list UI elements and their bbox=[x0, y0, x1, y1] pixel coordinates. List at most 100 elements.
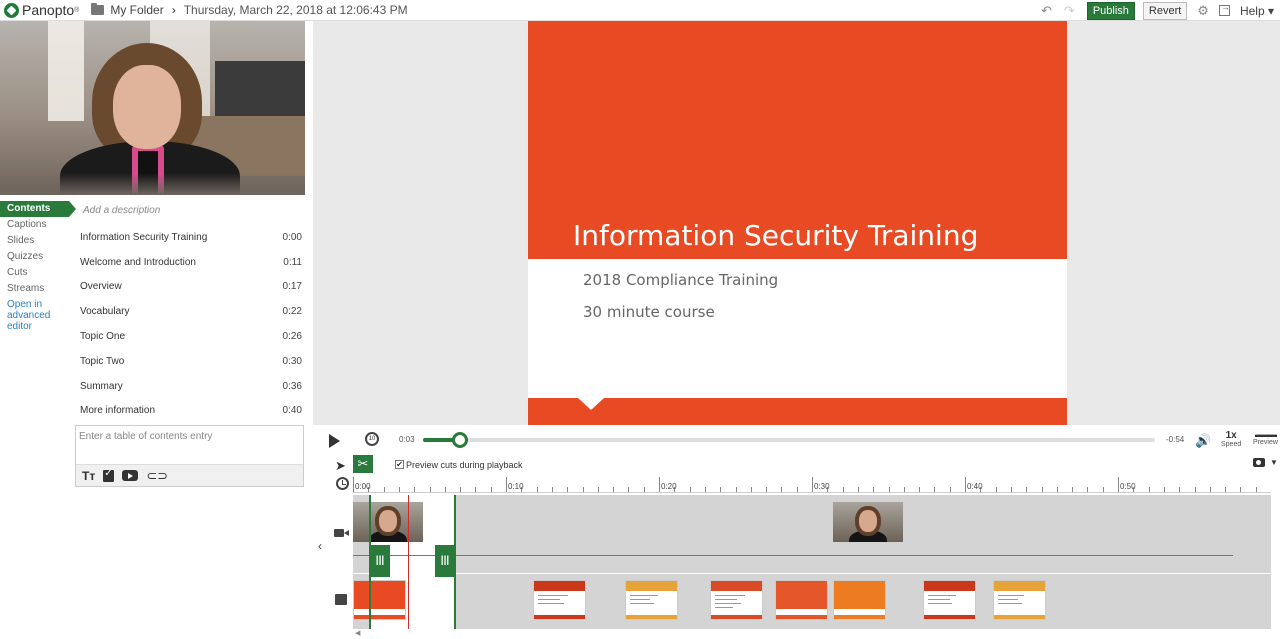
nav-cuts[interactable]: Cuts bbox=[0, 265, 75, 281]
undo-icon[interactable]: ↶ bbox=[1041, 3, 1052, 19]
ruler-minor-tick bbox=[490, 487, 492, 492]
ruler-label: 0:10 bbox=[508, 482, 524, 491]
toc-entry[interactable]: Overview 0:17 bbox=[80, 275, 302, 300]
ruler-minor-tick bbox=[704, 487, 706, 492]
slide-thumbnail[interactable] bbox=[775, 580, 828, 620]
gear-icon[interactable]: ⚙ bbox=[1197, 3, 1209, 19]
toc-entry[interactable]: Topic One 0:26 bbox=[80, 324, 302, 349]
ruler-minor-tick bbox=[1194, 487, 1196, 492]
seek-bar[interactable] bbox=[423, 432, 1155, 448]
toc-entry[interactable]: Summary 0:36 bbox=[80, 374, 302, 399]
preview-layout-control[interactable]: ▬▬▬ Preview bbox=[1253, 430, 1278, 446]
ruler-label: 0:50 bbox=[1120, 482, 1136, 491]
clock-icon bbox=[336, 477, 349, 490]
toc-entry[interactable]: Topic Two 0:30 bbox=[80, 349, 302, 374]
webcam-video[interactable] bbox=[0, 21, 305, 195]
ruler-minor-tick bbox=[536, 487, 538, 492]
slide-thumbnail[interactable] bbox=[625, 580, 678, 620]
nav-quizzes[interactable]: Quizzes bbox=[0, 249, 75, 265]
ruler-minor-tick bbox=[628, 487, 630, 492]
table-of-contents: Information Security Training 0:00 Welcom… bbox=[80, 225, 302, 423]
youtube-icon[interactable] bbox=[122, 470, 139, 481]
collapse-left-icon[interactable]: ‹ bbox=[318, 539, 322, 553]
volume-icon[interactable]: 🔊 bbox=[1195, 433, 1211, 449]
ruler-minor-tick bbox=[781, 487, 783, 492]
nav-contents[interactable]: Contents bbox=[0, 201, 76, 217]
quiz-icon[interactable] bbox=[103, 468, 115, 482]
slide-thumbnail[interactable] bbox=[353, 580, 406, 620]
toc-entry-input[interactable]: Enter a table of contents entry Tт ⊂⊃ bbox=[75, 425, 304, 487]
help-menu[interactable]: Help ▾ bbox=[1240, 4, 1274, 18]
cut-end-handle[interactable]: ||| bbox=[435, 545, 455, 577]
ruler-minor-tick bbox=[551, 487, 553, 492]
select-tool-icon[interactable]: ➤ bbox=[335, 458, 346, 474]
ruler-minor-tick bbox=[1010, 487, 1012, 492]
camera-icon[interactable] bbox=[1253, 458, 1265, 467]
ruler-minor-tick bbox=[475, 487, 477, 492]
preview-cuts-checkbox[interactable]: ✔ bbox=[395, 460, 404, 469]
session-title: Thursday, March 22, 2018 at 12:06:43 PM bbox=[183, 3, 408, 17]
ruler-major-tick bbox=[965, 477, 966, 492]
time-ruler[interactable]: 0:00 0:10 0:20 0:30 0:40 0:50 bbox=[353, 475, 1271, 493]
timeline-scrollbar[interactable]: ◀ bbox=[353, 629, 1271, 639]
cut-start-handle[interactable]: ||| bbox=[370, 545, 390, 577]
play-icon[interactable] bbox=[329, 434, 340, 448]
preview-cuts-label: Preview cuts during playback bbox=[406, 460, 523, 470]
ruler-minor-tick bbox=[1148, 487, 1150, 492]
rewind-10-icon[interactable]: 10 bbox=[365, 432, 379, 446]
scissors-icon[interactable]: ✂ bbox=[353, 455, 373, 473]
seek-handle[interactable] bbox=[451, 432, 468, 448]
panopto-logo-icon bbox=[4, 2, 19, 18]
nav-captions[interactable]: Captions bbox=[0, 217, 75, 233]
exit-icon[interactable] bbox=[1218, 2, 1230, 16]
redo-icon[interactable]: ↷ bbox=[1064, 3, 1075, 19]
slide-thumbnail[interactable] bbox=[533, 580, 586, 620]
nav-streams[interactable]: Streams bbox=[0, 281, 75, 297]
video-track-icon bbox=[334, 529, 349, 537]
revert-button[interactable]: Revert bbox=[1142, 1, 1188, 20]
ruler-minor-tick bbox=[903, 487, 905, 492]
ruler-minor-tick bbox=[842, 487, 844, 492]
panopto-logo[interactable]: Panopto ® bbox=[4, 2, 79, 18]
chevron-down-icon[interactable]: ▼ bbox=[1270, 458, 1278, 467]
ruler-minor-tick bbox=[429, 487, 431, 492]
logo-text: Panopto bbox=[22, 2, 75, 18]
slide-thumbnail[interactable] bbox=[833, 580, 886, 620]
ruler-major-tick bbox=[353, 477, 354, 492]
ruler-minor-tick bbox=[750, 487, 752, 492]
toc-entry[interactable]: Vocabulary 0:22 bbox=[80, 299, 302, 324]
speed-control[interactable]: 1x Speed bbox=[1221, 430, 1241, 448]
toc-entry[interactable]: Welcome and Introduction 0:11 bbox=[80, 250, 302, 275]
toc-entry[interactable]: More information 0:40 bbox=[80, 399, 302, 424]
text-format-icon[interactable]: Tт bbox=[82, 469, 95, 483]
layout-grid-icon: ▬▬▬ bbox=[1254, 430, 1277, 439]
publish-button[interactable]: Publish bbox=[1086, 1, 1135, 20]
add-description-field[interactable]: Add a description bbox=[83, 205, 160, 216]
ruler-label: 0:00 bbox=[355, 482, 371, 491]
slide-thumbnail[interactable] bbox=[710, 580, 763, 620]
playhead-line[interactable] bbox=[408, 495, 409, 629]
nav-slides[interactable]: Slides bbox=[0, 233, 75, 249]
video-track[interactable] bbox=[353, 495, 1271, 573]
slide-thumbnail[interactable] bbox=[993, 580, 1046, 620]
ruler-minor-tick bbox=[1087, 487, 1089, 492]
video-thumbnail bbox=[353, 502, 423, 542]
ruler-minor-tick bbox=[919, 487, 921, 492]
slides-track[interactable] bbox=[353, 574, 1271, 629]
chevron-right-icon: › bbox=[171, 3, 176, 17]
ruler-minor-tick bbox=[766, 487, 768, 492]
scroll-left-icon[interactable]: ◀ bbox=[355, 629, 360, 637]
link-icon[interactable]: ⊂⊃ bbox=[146, 468, 168, 484]
toc-entry[interactable]: Information Security Training 0:00 bbox=[80, 225, 302, 250]
ruler-minor-tick bbox=[582, 487, 584, 492]
slide-thumbnail[interactable] bbox=[923, 580, 976, 620]
ruler-minor-tick bbox=[597, 487, 599, 492]
timeline-editor: ➤ ✂ ✔ Preview cuts during playback ▼ 0:0… bbox=[313, 455, 1280, 639]
ruler-label: 0:20 bbox=[661, 482, 677, 491]
breadcrumb-folder[interactable]: My Folder bbox=[110, 3, 163, 17]
slide-subtitle: 2018 Compliance Training bbox=[583, 271, 779, 289]
ruler-major-tick bbox=[812, 477, 813, 492]
ruler-label: 0:30 bbox=[814, 482, 830, 491]
open-advanced-editor-link[interactable]: Open in advanced editor bbox=[0, 299, 75, 332]
video-thumbnail bbox=[833, 502, 903, 542]
